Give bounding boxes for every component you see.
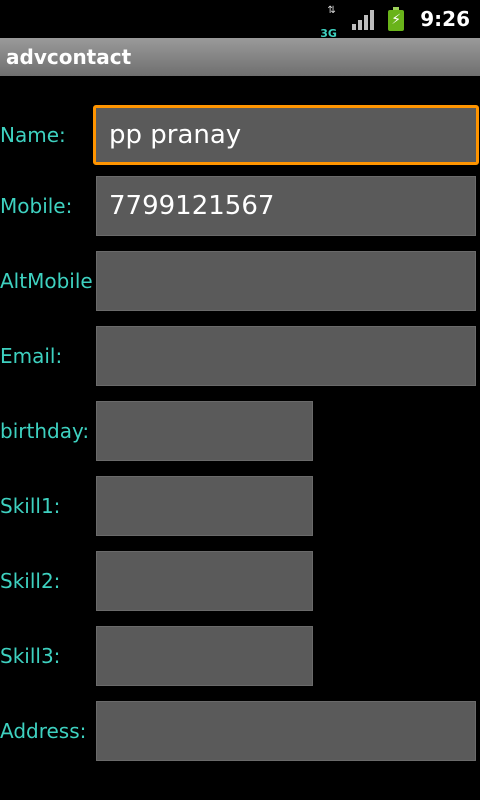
name-label: Name: <box>0 123 66 147</box>
skill2-label: Skill2: <box>0 569 61 593</box>
app-title: advcontact <box>6 45 132 69</box>
address-label: Address: <box>0 719 87 743</box>
email-label: Email: <box>0 344 63 368</box>
birthday-row: birthday: <box>0 401 480 461</box>
mobile-input[interactable] <box>96 176 476 236</box>
skill3-input[interactable] <box>96 626 313 686</box>
status-icons: ⇅ 3G ⚡ 9:26 <box>320 0 470 41</box>
skill3-row: Skill3: <box>0 626 480 686</box>
skill1-input[interactable] <box>96 476 313 536</box>
battery-charging-icon: ⚡ <box>388 7 405 31</box>
status-bar: ⇅ 3G ⚡ 9:26 <box>0 0 480 41</box>
app-title-bar: advcontact <box>0 38 480 76</box>
skill3-label: Skill3: <box>0 644 61 668</box>
name-row: Name: <box>0 105 480 165</box>
email-input[interactable] <box>96 326 476 386</box>
name-input[interactable] <box>93 105 479 165</box>
skill2-row: Skill2: <box>0 551 480 611</box>
mobile-label: Mobile: <box>0 194 73 218</box>
signal-icon <box>352 8 378 30</box>
birthday-label: birthday: <box>0 419 90 443</box>
skill1-row: Skill1: <box>0 476 480 536</box>
altmobile-input[interactable] <box>96 251 476 311</box>
status-clock: 9:26 <box>420 7 470 31</box>
altmobile-label: AltMobile <box>0 269 93 293</box>
skill1-label: Skill1: <box>0 494 61 518</box>
address-row: Address: <box>0 701 480 761</box>
birthday-input[interactable] <box>96 401 313 461</box>
address-input[interactable] <box>96 701 476 761</box>
email-row: Email: <box>0 326 480 386</box>
altmobile-row: AltMobile <box>0 251 480 311</box>
data-arrows-icon: ⇅ 3G <box>320 4 342 41</box>
mobile-row: Mobile: <box>0 176 480 236</box>
skill2-input[interactable] <box>96 551 313 611</box>
